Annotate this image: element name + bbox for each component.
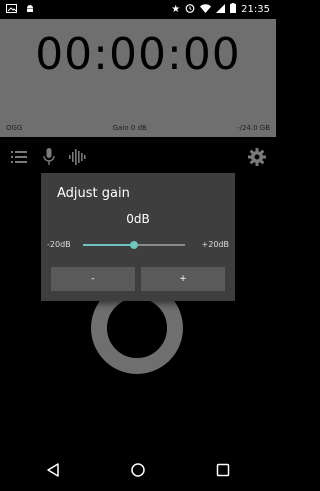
dialog-title: Adjust gain	[57, 186, 130, 201]
alarm-icon	[185, 3, 195, 16]
adjust-gain-dialog: Adjust gain 0dB -20dB +20dB - +	[41, 173, 235, 301]
signal-icon	[216, 3, 226, 16]
android-icon	[25, 3, 35, 16]
min-gain-label: -20dB	[47, 240, 71, 249]
gain-slider-row: -20dB +20dB	[47, 237, 229, 253]
format-label: OGG	[6, 124, 23, 132]
wifi-icon	[200, 3, 212, 16]
toolbar	[0, 137, 276, 177]
status-left	[6, 3, 35, 16]
back-icon[interactable]	[44, 461, 62, 479]
decrease-gain-button[interactable]: -	[51, 267, 135, 291]
gain-value: 0dB	[126, 212, 150, 226]
waveform-icon[interactable]	[68, 147, 88, 167]
mic-icon[interactable]	[39, 147, 59, 167]
timer-display: 00:00:00	[35, 29, 241, 80]
star-icon: ★	[171, 3, 181, 15]
status-right: ★ 21:35	[171, 3, 270, 16]
gain-slider[interactable]	[83, 241, 185, 249]
storage-label: -/24.0 GB	[237, 124, 270, 132]
status-time: 21:35	[241, 4, 270, 15]
recents-icon[interactable]	[214, 461, 232, 479]
list-icon[interactable]	[9, 147, 29, 167]
gain-label: Gain 0 dB	[112, 124, 147, 132]
home-icon[interactable]	[129, 461, 147, 479]
dialog-buttons: - +	[51, 267, 225, 291]
navigation-bar	[0, 449, 276, 491]
recording-info: OGG Gain 0 dB -/24.0 GB	[6, 124, 270, 132]
status-bar: ★ 21:35	[0, 0, 276, 19]
battery-icon	[230, 3, 237, 16]
max-gain-label: +20dB	[201, 240, 229, 249]
increase-gain-button[interactable]: +	[141, 267, 225, 291]
image-icon	[6, 3, 17, 16]
slider-fill	[83, 244, 134, 246]
slider-thumb[interactable]	[130, 241, 138, 249]
gear-icon[interactable]	[247, 147, 267, 167]
timer-panel: 00:00:00 OGG Gain 0 dB -/24.0 GB	[0, 19, 276, 137]
